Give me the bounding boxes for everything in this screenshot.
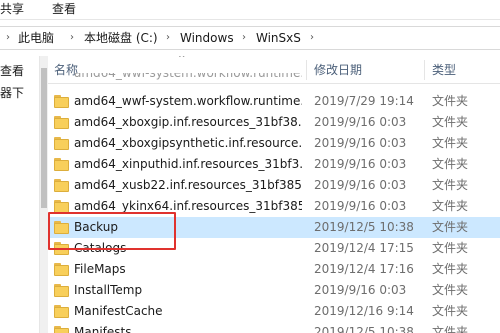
file-type: 文件夹 <box>432 115 469 129</box>
chevron-right-icon[interactable]: › <box>166 27 170 49</box>
file-name: amd64_wwf-system.workflow.runtime... <box>74 94 302 108</box>
sort-ascending-icon: ^ <box>178 56 186 64</box>
file-list: ^ 名称 修改日期 类型 amd64_wwf-system.workflow.r… <box>48 56 500 333</box>
list-item[interactable]: amd64_xboxgip.inf.resources_31bf38... 201… <box>48 112 500 133</box>
folder-icon <box>54 326 69 333</box>
chevron-right-icon[interactable]: › <box>310 27 314 49</box>
file-name: amd64_xboxgipsynthetic.inf.resource... <box>74 136 302 150</box>
file-type: 文件夹 <box>432 136 469 150</box>
chevron-right-icon: › <box>6 32 10 43</box>
folder-icon <box>54 158 69 171</box>
breadcrumb-local-disk[interactable]: 本地磁盘 (C:) <box>84 27 158 49</box>
folder-icon <box>54 179 69 192</box>
ribbon: 共享 查看 <box>0 0 500 20</box>
file-type: 文件夹 <box>432 220 469 234</box>
breadcrumb[interactable]: › 此电脑 › 本地磁盘 (C:) › Windows › WinSxS › <box>0 26 500 50</box>
file-date-modified: 2019/9/16 0:03 <box>314 199 407 213</box>
file-name: amd64_xinputhid.inf.resources_31bf3... <box>74 157 302 171</box>
list-item[interactable]: ManifestCache 2019/12/16 9:14 文件夹 <box>48 301 500 322</box>
nav-scrollbar[interactable] <box>40 56 48 333</box>
ribbon-tab-view[interactable]: 查看 <box>52 0 76 18</box>
file-date-modified: 2019/7/29 19:14 <box>314 94 414 108</box>
file-date-modified: 2019/9/16 0:03 <box>314 157 407 171</box>
list-item[interactable]: Manifests 2019/12/5 10:38 文件夹 <box>48 322 500 333</box>
file-date-modified: 2019/12/4 17:16 <box>314 262 414 276</box>
file-type: 文件夹 <box>432 241 469 255</box>
highlight-box <box>48 212 176 250</box>
chevron-right-icon[interactable]: › <box>242 27 246 49</box>
file-date-modified: 2019/9/16 0:03 <box>314 136 407 150</box>
list-item[interactable]: amd64_xinputhid.inf.resources_31bf3... 20… <box>48 154 500 175</box>
file-date-modified: 2019/9/16 0:03 <box>314 178 407 192</box>
file-date-modified: 2019/12/5 10:38 <box>314 325 414 333</box>
file-name: Manifests <box>74 325 132 333</box>
file-type: 文件夹 <box>432 94 469 108</box>
chevron-right-icon[interactable]: › <box>70 27 74 49</box>
navigation-pane: 查看 器下 <box>0 56 40 333</box>
file-type: 文件夹 <box>432 304 469 318</box>
file-date-modified: 2019/12/16 9:14 <box>314 304 414 318</box>
file-type: 文件夹 <box>432 178 469 192</box>
folder-icon <box>54 95 69 108</box>
folder-icon <box>54 305 69 318</box>
folder-icon <box>54 284 69 297</box>
file-type: 文件夹 <box>432 262 469 276</box>
file-name: ManifestCache <box>74 304 163 318</box>
file-name: InstallTemp <box>74 283 143 297</box>
file-type: 文件夹 <box>432 157 469 171</box>
breadcrumb-this-pc[interactable]: 此电脑 <box>18 27 54 49</box>
file-type: 文件夹 <box>432 325 469 333</box>
address-bar: › 此电脑 › 本地磁盘 (C:) › Windows › WinSxS › <box>0 22 500 54</box>
file-type: 文件夹 <box>432 283 469 297</box>
list-item[interactable]: amd64_xboxgipsynthetic.inf.resource... 20… <box>48 133 500 154</box>
file-date-modified: 2019/12/5 10:38 <box>314 220 414 234</box>
file-name: amd64_xusb22.inf.resources_31bf385... <box>74 178 302 192</box>
list-item[interactable]: amd64_wwf-system.workflow.runtime... <box>48 73 500 84</box>
breadcrumb-winsxs[interactable]: WinSxS <box>256 27 301 49</box>
file-name: amd64_xboxgip.inf.resources_31bf38... <box>74 115 302 129</box>
list-item[interactable]: FileMaps 2019/12/4 17:16 文件夹 <box>48 259 500 280</box>
file-date-modified: 2019/9/16 0:03 <box>314 283 407 297</box>
file-type: 文件夹 <box>432 199 469 213</box>
ribbon-tab-share[interactable]: 共享 <box>0 0 24 18</box>
file-date-modified: 2019/12/4 17:15 <box>314 241 414 255</box>
file-name: amd64_wwf-system.workflow.runtime... <box>74 73 302 80</box>
file-name: FileMaps <box>74 262 126 276</box>
list-item[interactable]: InstallTemp 2019/9/16 0:03 文件夹 <box>48 280 500 301</box>
folder-icon <box>54 137 69 150</box>
breadcrumb-windows[interactable]: Windows <box>180 27 234 49</box>
list-item[interactable]: amd64_xusb22.inf.resources_31bf385... 201… <box>48 175 500 196</box>
scrollbar-thumb[interactable] <box>41 68 47 208</box>
list-item[interactable]: amd64_wwf-system.workflow.runtime... 2019… <box>48 91 500 112</box>
nav-item-view[interactable]: 查看 <box>0 64 24 78</box>
nav-item-downloads[interactable]: 器下 <box>0 86 24 100</box>
folder-icon <box>54 116 69 129</box>
file-date-modified: 2019/9/16 0:03 <box>314 115 407 129</box>
folder-icon <box>54 263 69 276</box>
